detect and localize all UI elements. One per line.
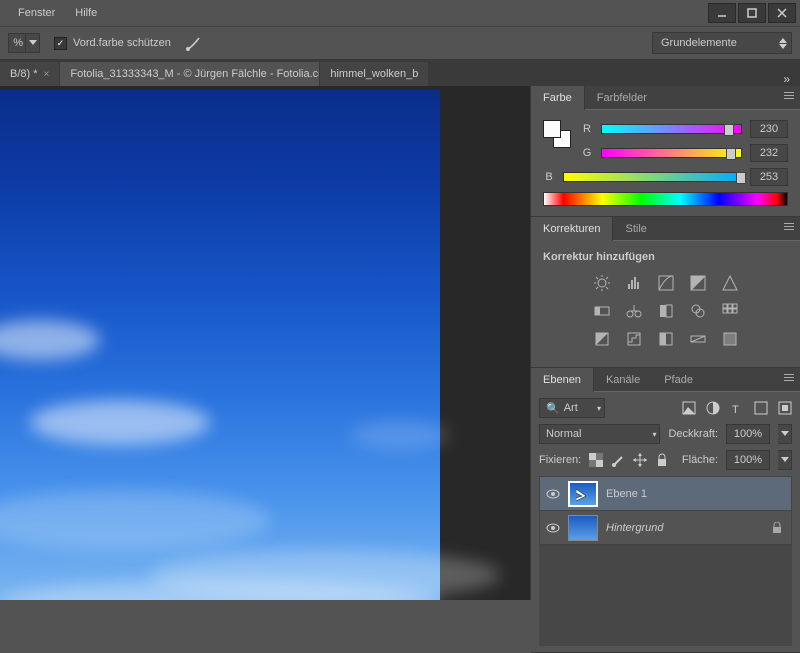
layer-filter-select[interactable]: 🔍Art ▾	[539, 398, 605, 418]
minimize-button[interactable]	[708, 3, 736, 23]
color-swatches[interactable]	[543, 120, 571, 148]
tab-ebenen[interactable]: Ebenen	[531, 368, 594, 392]
brush-icon[interactable]	[185, 34, 203, 52]
r-slider[interactable]	[601, 124, 742, 134]
doc-tab-2[interactable]: himmel_wolken_b	[320, 62, 429, 86]
posterize-icon[interactable]	[623, 329, 645, 349]
tab-korrekturen[interactable]: Korrekturen	[531, 217, 613, 241]
filter-adjustment-icon[interactable]	[706, 401, 720, 415]
bw-icon[interactable]	[655, 301, 677, 321]
opacity-value[interactable]: 100%	[726, 424, 770, 444]
color-balance-icon[interactable]	[623, 301, 645, 321]
foreground-swatch[interactable]	[543, 120, 561, 138]
visibility-icon[interactable]	[546, 521, 560, 535]
panel-menu-icon[interactable]	[784, 223, 794, 230]
fill-dropdown[interactable]	[778, 450, 792, 470]
invert-icon[interactable]	[591, 329, 613, 349]
curves-icon[interactable]	[655, 273, 677, 293]
lock-transparent-icon[interactable]	[589, 453, 603, 467]
svg-text:T: T	[732, 404, 739, 415]
menu-fenster[interactable]: Fenster	[8, 3, 65, 23]
brightness-icon[interactable]	[591, 273, 613, 293]
tab-farbfelder[interactable]: Farbfelder	[585, 86, 659, 110]
adjustments-title: Korrektur hinzufügen	[543, 251, 788, 263]
blend-mode-select[interactable]: Normal▾	[539, 424, 660, 444]
right-panels: Farbe Farbfelder R 230 G 232	[530, 86, 800, 600]
opacity-dropdown[interactable]	[778, 424, 792, 444]
lock-position-icon[interactable]	[633, 453, 647, 467]
layer-thumbnail[interactable]	[568, 481, 598, 507]
layer-list-empty	[539, 546, 792, 646]
filter-shape-icon[interactable]	[754, 401, 768, 415]
layers-panel: Ebenen Kanäle Pfade 🔍Art ▾ T	[531, 368, 800, 653]
close-icon[interactable]: ×	[44, 69, 50, 80]
document-tabs: B/8) *× Fotolia_31333343_M - © Jürgen Fä…	[0, 60, 800, 86]
lock-pixels-icon[interactable]	[611, 453, 625, 467]
lock-label: Fixieren:	[539, 454, 581, 466]
doc-tab-0[interactable]: B/8) *×	[0, 62, 60, 86]
r-value[interactable]: 230	[750, 120, 788, 138]
selective-color-icon[interactable]	[719, 329, 741, 349]
fill-value[interactable]: 100%	[726, 450, 770, 470]
color-panel: Farbe Farbfelder R 230 G 232	[531, 86, 800, 217]
tab-farbe[interactable]: Farbe	[531, 86, 585, 110]
options-bar: % ✓ Vord.farbe schützen Grundelemente	[0, 26, 800, 60]
b-slider[interactable]	[563, 172, 742, 182]
threshold-icon[interactable]	[655, 329, 677, 349]
document-canvas	[0, 90, 440, 600]
g-value[interactable]: 232	[750, 144, 788, 162]
b-value[interactable]: 253	[750, 168, 788, 186]
opacity-field[interactable]: %	[8, 33, 26, 53]
layer-item-0[interactable]: Ebene 1	[540, 477, 791, 511]
tab-kanaele[interactable]: Kanäle	[594, 368, 652, 392]
opacity-label: Deckkraft:	[668, 428, 718, 440]
menu-bar: Fenster Hilfe	[0, 0, 800, 26]
maximize-button[interactable]	[738, 3, 766, 23]
filter-image-icon[interactable]	[682, 401, 696, 415]
layer-item-1[interactable]: Hintergrund	[540, 511, 791, 545]
layer-list: Ebene 1 Hintergrund	[539, 476, 792, 546]
menu-hilfe[interactable]: Hilfe	[65, 3, 107, 23]
vibrance-icon[interactable]	[719, 273, 741, 293]
tab-overflow-button[interactable]: »	[773, 72, 800, 86]
doc-tab-1[interactable]: Fotolia_31333343_M - © Jürgen Fälchle - …	[60, 62, 320, 86]
filter-smart-icon[interactable]	[778, 401, 792, 415]
protect-fg-label: Vord.farbe schützen	[73, 37, 171, 49]
panel-menu-icon[interactable]	[784, 374, 794, 381]
g-slider[interactable]	[601, 148, 742, 158]
channel-mixer-icon[interactable]	[719, 301, 741, 321]
close-button[interactable]	[768, 3, 796, 23]
protect-fg-checkbox[interactable]: ✓ Vord.farbe schützen	[54, 37, 171, 50]
color-spectrum[interactable]	[543, 192, 788, 206]
fill-label: Fläche:	[682, 454, 718, 466]
adjustments-panel: Korrekturen Stile Korrektur hinzufügen	[531, 217, 800, 368]
lock-all-icon[interactable]	[655, 453, 669, 467]
layer-name: Hintergrund	[606, 522, 763, 534]
g-label: G	[581, 147, 593, 159]
layer-thumbnail[interactable]	[568, 515, 598, 541]
filter-type-icon[interactable]: T	[730, 401, 744, 415]
tab-pfade[interactable]: Pfade	[652, 368, 705, 392]
visibility-icon[interactable]	[546, 487, 560, 501]
canvas-area[interactable]	[0, 86, 530, 600]
tab-stile[interactable]: Stile	[613, 217, 658, 241]
hue-icon[interactable]	[591, 301, 613, 321]
b-label: B	[543, 171, 555, 183]
exposure-icon[interactable]	[687, 273, 709, 293]
opacity-dropdown[interactable]	[26, 33, 40, 53]
levels-icon[interactable]	[623, 273, 645, 293]
workspace-selector[interactable]: Grundelemente	[652, 32, 792, 54]
layer-name: Ebene 1	[606, 488, 785, 500]
gradient-map-icon[interactable]	[687, 329, 709, 349]
r-label: R	[581, 123, 593, 135]
panel-menu-icon[interactable]	[784, 92, 794, 99]
lock-icon	[771, 522, 785, 534]
photo-filter-icon[interactable]	[687, 301, 709, 321]
